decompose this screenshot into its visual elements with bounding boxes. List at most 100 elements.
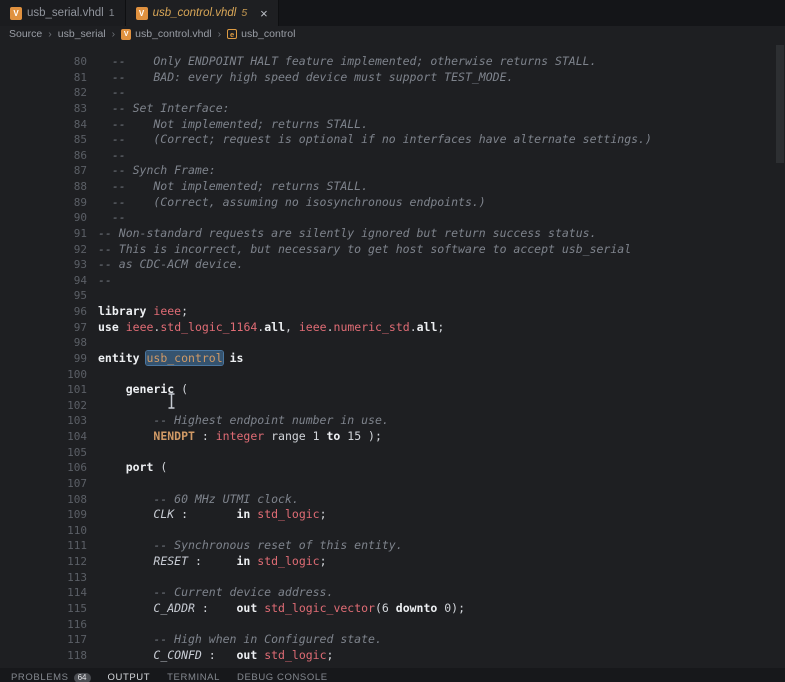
panel-tab-debug-console[interactable]: DEBUG CONSOLE <box>237 672 328 682</box>
panel-tab-output[interactable]: OUTPUT <box>108 672 151 682</box>
code-line[interactable]: 86 -- <box>0 148 785 164</box>
line-number: 101 <box>67 383 87 397</box>
code-text: C_ADDR : out std_logic_vector(6 downto 0… <box>153 600 466 615</box>
code-line[interactable]: 91 -- Non-standard requests are silently … <box>0 226 785 242</box>
scrollbar[interactable] <box>775 42 785 668</box>
code-line[interactable]: 101 generic ( <box>0 382 785 398</box>
panel-tab-bar: PROBLEMS 64 OUTPUT TERMINAL DEBUG CONSOL… <box>0 668 785 682</box>
code-line[interactable]: 84 -- Not implemented; returns STALL. <box>0 117 785 133</box>
panel-tab-problems[interactable]: PROBLEMS 64 <box>11 672 91 682</box>
code-line[interactable]: 83 -- Set Interface: <box>0 101 785 117</box>
code-line[interactable]: 100 <box>0 367 785 383</box>
code-line[interactable]: 106 port ( <box>0 460 785 476</box>
code-text: use ieee.std_logic_1164.all, ieee.numeri… <box>98 319 445 334</box>
vhdl-file-icon: V <box>10 6 22 20</box>
tab-usb-control-vhdl[interactable]: V usb_control.vhdl 5 × <box>125 0 279 26</box>
code-text: -- Not implemented; returns STALL. <box>98 116 369 131</box>
tab-usb-serial-vhdl[interactable]: V usb_serial.vhdl 1 <box>0 0 126 26</box>
code-line[interactable]: 98 <box>0 335 785 351</box>
code-text: -- BAD: every high speed device must sup… <box>98 69 514 84</box>
line-number: 82 <box>73 86 87 100</box>
line-number: 117 <box>67 633 87 647</box>
word-highlight: usb_control <box>146 350 223 365</box>
scrollbar-thumb[interactable] <box>776 45 784 163</box>
code-line[interactable]: 117 -- High when in Configured state. <box>0 632 785 648</box>
line-number: 85 <box>73 133 87 147</box>
code-line[interactable]: 99 entity usb_control is <box>0 350 785 367</box>
line-number: 87 <box>73 164 87 178</box>
code-line[interactable]: 94 -- <box>0 273 785 289</box>
code-line[interactable]: 111 -- Synchronous reset of this entity. <box>0 538 785 554</box>
breadcrumb-item-usb-control-vhdl[interactable]: V usb_control.vhdl <box>121 28 212 40</box>
code-line[interactable]: 90 -- <box>0 210 785 226</box>
code-text: C_CONFD : out std_logic; <box>153 647 334 662</box>
code-line[interactable]: 81 -- BAD: every high speed device must … <box>0 70 785 86</box>
code-line[interactable]: 88 -- Not implemented; returns STALL. <box>0 179 785 195</box>
code-line[interactable]: 107 <box>0 476 785 492</box>
close-icon[interactable]: × <box>260 7 268 20</box>
panel-tab-terminal[interactable]: TERMINAL <box>167 672 220 682</box>
breadcrumb-item-source[interactable]: Source <box>9 28 42 40</box>
code-text: NENDPT : integer range 1 to 15 ); <box>153 429 382 443</box>
code-line[interactable]: 110 <box>0 523 785 539</box>
code-line[interactable]: 87 -- Synch Frame: <box>0 163 785 179</box>
line-number: 104 <box>67 430 87 443</box>
code-line[interactable]: 97 use ieee.std_logic_1164.all, ieee.nume… <box>0 320 785 336</box>
code-editor[interactable]: 80 -- Only ENDPOINT HALT feature impleme… <box>0 42 785 668</box>
code-line[interactable]: 113 <box>0 570 785 586</box>
line-number: 111 <box>67 539 87 553</box>
code-text: library ieee; <box>98 304 189 318</box>
line-number: 97 <box>73 320 87 334</box>
code-text: -- 60 MHz UTMI clock. <box>98 491 299 506</box>
code-line[interactable]: 104 NENDPT : integer range 1 to 15 ); <box>0 429 785 445</box>
code-text: RESET : in std_logic; <box>153 554 327 568</box>
chevron-right-icon: › <box>111 28 116 40</box>
code-line[interactable]: 105 <box>0 445 785 461</box>
line-number: 86 <box>73 148 87 162</box>
code-line[interactable]: 112 RESET : in std_logic; <box>0 554 785 570</box>
vhdl-file-icon: V <box>121 28 132 40</box>
code-text: -- <box>98 210 126 225</box>
line-number: 115 <box>67 601 87 615</box>
code-line[interactable]: 108 -- 60 MHz UTMI clock. <box>0 492 785 508</box>
tab-problem-count: 5 <box>241 7 248 19</box>
line-number: 81 <box>73 70 87 84</box>
code-line[interactable]: 114 -- Current device address. <box>0 585 785 601</box>
tab-label: usb_control.vhdl <box>152 7 237 19</box>
breadcrumb-file-label: usb_control.vhdl <box>135 28 212 40</box>
line-number: 112 <box>67 555 87 568</box>
code-text: generic ( <box>125 382 189 397</box>
line-number: 88 <box>73 180 87 193</box>
code-text: -- <box>98 85 126 100</box>
line-number: 92 <box>73 242 87 256</box>
line-number: 113 <box>67 570 87 584</box>
line-number: 100 <box>67 367 87 381</box>
line-number: 98 <box>73 336 87 350</box>
code-line[interactable]: 102 <box>0 398 785 414</box>
breadcrumb-item-usb-control-symbol[interactable]: e usb_control <box>227 28 295 40</box>
code-text: -- Synchronous reset of this entity. <box>98 538 403 553</box>
panel-tab-label: OUTPUT <box>107 672 151 682</box>
tab-label: usb_serial.vhdl <box>27 7 104 19</box>
code-line[interactable]: 115 C_ADDR : out std_logic_vector(6 down… <box>0 601 785 617</box>
code-line[interactable]: 95 <box>0 288 785 304</box>
code-line[interactable]: 82 -- <box>0 85 785 101</box>
code-line[interactable]: 109 CLK : in std_logic; <box>0 507 785 523</box>
code-line[interactable]: 96 library ieee; <box>0 304 785 320</box>
code-text: -- as CDC-ACM device. <box>98 257 244 272</box>
code-line[interactable]: 85 -- (Correct; request is optional if n… <box>0 132 785 148</box>
code-line[interactable]: 89 -- (Correct, assuming no isosynchrono… <box>0 195 785 211</box>
code-line[interactable]: 93 -- as CDC-ACM device. <box>0 257 785 273</box>
code-line[interactable]: 103 -- Highest endpoint number in use. <box>0 413 785 429</box>
code-line[interactable]: 80 -- Only ENDPOINT HALT feature impleme… <box>0 54 785 70</box>
code-line[interactable]: 118 C_CONFD : out std_logic; <box>0 648 785 664</box>
line-number: 109 <box>67 508 87 522</box>
code-line[interactable]: 116 <box>0 617 785 633</box>
code-text: -- Synch Frame: <box>98 163 216 178</box>
code-line[interactable]: 92 -- This is incorrect, but necessary to… <box>0 242 785 258</box>
breadcrumb-item-usb-serial[interactable]: usb_serial <box>58 28 106 40</box>
